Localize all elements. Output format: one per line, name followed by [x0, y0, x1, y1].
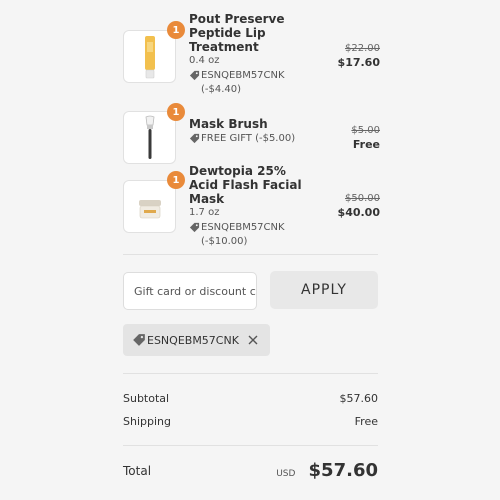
total-amount: $57.60	[308, 460, 378, 481]
tag-icon	[133, 334, 145, 346]
tag-icon	[189, 133, 200, 144]
line-item: 1 Dewtopia 25% Acid Flash Facial Mask 1.…	[123, 164, 380, 247]
subtotal-value: $57.60	[339, 392, 379, 405]
close-icon[interactable]	[247, 334, 259, 346]
item-name: Mask Brush	[189, 117, 268, 131]
item-discount: ESNQEBM57CNK (-$10.00)	[189, 221, 319, 249]
tag-icon	[189, 222, 200, 233]
price-final: $40.00	[337, 206, 380, 219]
tag-icon	[189, 70, 200, 81]
total-price: USD $57.60	[276, 460, 378, 481]
item-name: Pout Preserve Peptide Lip Treatment	[189, 12, 285, 54]
lip-tube-icon	[144, 35, 155, 78]
price-original: $50.00	[345, 193, 380, 204]
item-discount: ESNQEBM57CNK (-$4.40)	[189, 69, 319, 97]
product-image-mask-brush	[123, 111, 176, 164]
quantity-badge: 1	[167, 21, 185, 39]
discount-code-input[interactable]	[123, 272, 257, 310]
shipping-row: Shipping Free	[123, 415, 378, 428]
mask-brush-icon	[145, 115, 154, 159]
total-label: Total	[123, 463, 152, 478]
item-discount-text: ESNQEBM57CNK (-$4.40)	[201, 70, 285, 95]
item-info: Dewtopia 25% Acid Flash Facial Mask 1.7 …	[189, 164, 319, 249]
currency-code: USD	[276, 469, 296, 479]
product-image-facial-mask	[123, 180, 176, 233]
apply-button[interactable]: APPLY	[270, 271, 378, 309]
quantity-badge: 1	[167, 171, 185, 189]
section-divider	[123, 254, 378, 255]
item-info: Pout Preserve Peptide Lip Treatment 0.4 …	[189, 12, 319, 97]
line-item: 1 Mask Brush FREE GIFT (-$5.00) $5.00 Fr…	[123, 103, 380, 165]
item-variant: 1.7 oz	[189, 207, 220, 218]
applied-code-text: ESNQEBM57CNK	[147, 333, 239, 347]
item-prices: $5.00 Free	[351, 124, 380, 152]
mask-jar-icon	[138, 199, 161, 218]
shipping-label: Shipping	[123, 415, 171, 428]
price-original: $22.00	[345, 43, 380, 54]
item-variant: 0.4 oz	[189, 55, 220, 66]
total-row: Total USD $57.60	[123, 460, 378, 481]
section-divider	[123, 445, 378, 446]
price-final: $17.60	[337, 56, 380, 69]
subtotal-row: Subtotal $57.60	[123, 392, 378, 405]
item-name: Dewtopia 25% Acid Flash Facial Mask	[189, 164, 302, 206]
item-discount-text: FREE GIFT (-$5.00)	[201, 133, 296, 144]
shipping-value: Free	[354, 415, 378, 428]
quantity-badge: 1	[167, 103, 185, 121]
item-info: Mask Brush FREE GIFT (-$5.00)	[189, 117, 319, 146]
item-discount: FREE GIFT (-$5.00)	[189, 132, 319, 146]
price-original: $5.00	[351, 125, 380, 136]
item-discount-text: ESNQEBM57CNK (-$10.00)	[201, 222, 285, 247]
item-prices: $50.00 $40.00	[338, 192, 380, 220]
applied-discount-chip: ESNQEBM57CNK	[123, 324, 270, 356]
section-divider	[123, 373, 378, 374]
item-prices: $22.00 $17.60	[338, 42, 380, 70]
product-image-lip-treatment	[123, 30, 176, 83]
price-final: Free	[352, 138, 380, 151]
subtotal-label: Subtotal	[123, 392, 170, 405]
line-item: 1 Pout Preserve Peptide Lip Treatment 0.…	[123, 12, 380, 95]
